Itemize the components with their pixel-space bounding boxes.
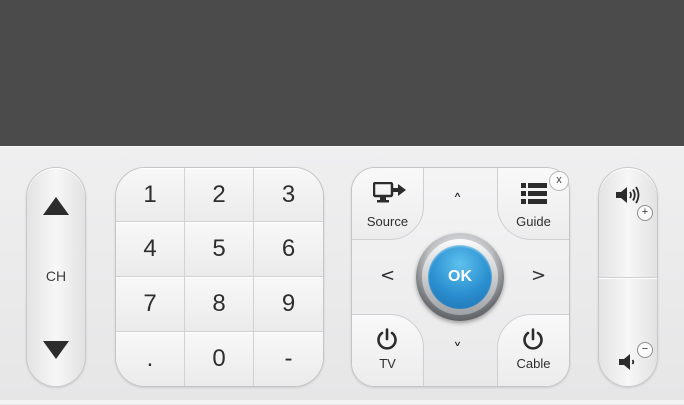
channel-label: CH xyxy=(45,268,67,284)
tv-power-button[interactable]: TV xyxy=(352,314,424,386)
source-input-icon xyxy=(373,182,406,203)
volume-minus-badge: − xyxy=(637,342,653,358)
nav-up-button[interactable]: ˄ xyxy=(453,191,462,212)
tv-label: TV xyxy=(379,356,396,371)
nav-right-button[interactable]: > xyxy=(531,265,546,286)
key-7[interactable]: 7 xyxy=(116,277,185,332)
channel-rocker: CH xyxy=(26,167,86,387)
ok-button-ring: OK xyxy=(416,233,504,321)
power-icon xyxy=(377,328,397,350)
remote-control-panel xyxy=(0,146,684,405)
key-dot[interactable]: . xyxy=(116,332,185,386)
guide-label: Guide xyxy=(516,214,551,229)
speaker-quiet-icon xyxy=(619,354,635,370)
cable-label: Cable xyxy=(516,356,551,371)
video-display-area xyxy=(0,0,684,146)
key-8[interactable]: 8 xyxy=(185,277,254,332)
key-2[interactable]: 2 xyxy=(185,168,254,222)
key-dash[interactable]: - xyxy=(254,332,323,386)
source-label: Source xyxy=(366,214,409,229)
source-button[interactable]: Source xyxy=(352,168,424,240)
channel-down-button[interactable] xyxy=(27,286,85,386)
key-0[interactable]: 0 xyxy=(185,332,254,386)
nav-left-button[interactable]: < xyxy=(380,265,395,286)
key-9[interactable]: 9 xyxy=(254,277,323,332)
key-6[interactable]: 6 xyxy=(254,222,323,277)
cable-power-button[interactable]: Cable xyxy=(497,314,569,386)
list-guide-icon xyxy=(521,183,547,204)
channel-up-arrow-icon[interactable] xyxy=(43,197,69,215)
key-3[interactable]: 3 xyxy=(254,168,323,222)
ok-button[interactable]: OK xyxy=(428,245,492,309)
power-icon xyxy=(523,328,543,350)
channel-down-arrow-icon[interactable] xyxy=(43,341,69,359)
volume-rocker: + − xyxy=(598,167,658,387)
navigation-pad: Source Guide TV Cable ˄ ˅ < > OK xyxy=(351,167,570,387)
numeric-keypad: 1 2 3 4 5 6 7 8 9 . 0 - xyxy=(115,167,324,387)
key-1[interactable]: 1 xyxy=(116,168,185,222)
panel-bottom-edge xyxy=(0,400,684,404)
nav-down-button[interactable]: ˅ xyxy=(453,340,462,361)
speaker-loud-icon xyxy=(616,186,640,204)
close-remote-button[interactable]: x xyxy=(549,171,569,191)
channel-up-button[interactable] xyxy=(27,168,85,268)
key-4[interactable]: 4 xyxy=(116,222,185,277)
volume-plus-badge: + xyxy=(637,205,653,221)
key-5[interactable]: 5 xyxy=(185,222,254,277)
